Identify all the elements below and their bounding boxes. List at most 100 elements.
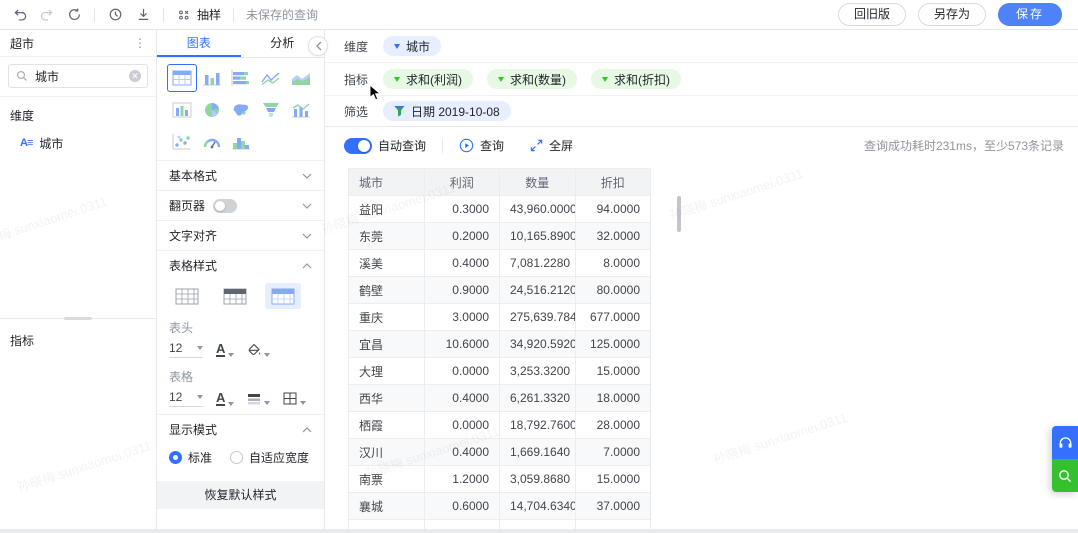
dimension-item-city[interactable]: A≡ 城市	[0, 130, 156, 156]
kebab-menu-icon[interactable]: ⋮	[134, 36, 146, 50]
histogram-chart-icon	[232, 138, 251, 150]
section-pager[interactable]: 翻页器	[157, 190, 324, 220]
table-cell: 10.6000	[423, 330, 500, 358]
sample-button[interactable]: 抽样	[176, 6, 221, 23]
bottom-scrollbar-track[interactable]	[0, 529, 1078, 533]
auto-query-toggle[interactable]	[344, 137, 372, 154]
body-style-label: 表格	[169, 370, 194, 384]
table-cell: 275,639.7840	[499, 303, 576, 331]
table-cell: 32.0000	[574, 222, 651, 250]
table-cell: 94.0000	[574, 195, 651, 223]
chart-type-bar[interactable]	[197, 64, 227, 92]
reset-default-style-button[interactable]: 恢复默认样式	[157, 481, 324, 509]
gauge-chart-icon	[203, 138, 220, 149]
refresh-icon[interactable]	[66, 7, 82, 23]
save-as-button[interactable]: 另存为	[917, 3, 986, 26]
sample-label: 抽样	[197, 8, 222, 22]
download-icon[interactable]	[135, 7, 151, 23]
table-style-options	[157, 280, 324, 316]
chart-type-combo[interactable]	[286, 96, 316, 124]
table-cell	[499, 519, 576, 529]
measure-chip-discount[interactable]: 求和(折扣)	[591, 69, 681, 89]
chart-type-funnel[interactable]	[256, 96, 286, 124]
table-style-blue-header[interactable]	[265, 283, 301, 309]
history-icon[interactable]	[107, 7, 123, 23]
table-cell	[574, 519, 651, 529]
chevron-down-icon	[302, 173, 312, 179]
pager-toggle[interactable]	[213, 198, 238, 213]
filter-chip-date[interactable]: 日期 2019-10-08	[383, 101, 511, 121]
table-cell: 大理	[348, 357, 425, 385]
chart-type-area[interactable]	[286, 64, 316, 92]
radio-selected-icon	[169, 451, 182, 464]
dimension-row-label: 维度	[344, 39, 369, 54]
save-button[interactable]: 保存	[997, 3, 1062, 26]
fullscreen-button[interactable]: 全屏	[530, 137, 573, 154]
dataset-title: 超市	[10, 36, 35, 51]
section-text-align-label: 文字对齐	[169, 229, 218, 243]
header-style-controls: 12 A	[157, 338, 324, 365]
search-chat-button[interactable]	[1052, 459, 1078, 492]
table-cell: 10,165.8900	[499, 222, 576, 250]
section-basic-format[interactable]: 基本格式	[157, 160, 324, 190]
table-scrollbar[interactable]	[677, 196, 681, 232]
table-style-dark-header[interactable]	[217, 283, 253, 309]
chart-type-map[interactable]	[227, 96, 257, 124]
collapse-panel-button[interactable]	[308, 36, 328, 56]
measure-chip-profit[interactable]: 求和(利润)	[383, 69, 473, 89]
clear-search-icon[interactable]: ✕	[129, 70, 141, 82]
header-font-color-button[interactable]: A	[216, 342, 235, 357]
map-chart-icon	[234, 104, 249, 116]
tab-chart[interactable]: 图表	[157, 30, 241, 57]
section-display-mode[interactable]: 显示模式	[157, 414, 324, 444]
dimension-chip-city[interactable]: 城市	[383, 36, 442, 56]
filter-row: 筛选 日期 2019-10-08	[325, 96, 1078, 127]
chart-type-pie[interactable]	[197, 96, 227, 124]
table-cell: 重庆	[348, 303, 425, 331]
table-cell: 43,960.0000	[499, 195, 576, 223]
undo-icon[interactable]	[12, 7, 28, 23]
chart-type-line[interactable]	[256, 64, 286, 92]
row-color-button[interactable]	[247, 393, 271, 405]
redo-icon[interactable]	[38, 7, 54, 23]
radio-adaptive-width[interactable]: 自适应宽度	[230, 449, 309, 466]
query-button[interactable]: 查询	[459, 137, 504, 154]
border-style-button[interactable]	[283, 392, 307, 405]
display-mode-options: 标准 自适应宽度	[157, 444, 324, 475]
section-table-style[interactable]: 表格样式	[157, 250, 324, 280]
chart-type-histogram[interactable]	[227, 128, 257, 156]
body-font-color-button[interactable]: A	[216, 391, 235, 406]
header-fill-color-button[interactable]	[247, 343, 271, 357]
body-font-size-select[interactable]: 12	[169, 390, 203, 407]
table-cell: 襄城	[348, 492, 425, 520]
table-cell	[348, 519, 425, 529]
sample-icon	[176, 7, 192, 23]
table-cell: 3.0000	[423, 303, 500, 331]
sidebar-splitter	[0, 317, 156, 320]
query-workspace: 维度 城市 指标 求和(利润) 求和(数量) 求和(折扣) 筛选 日期 2019…	[325, 30, 1078, 533]
radio-standard[interactable]: 标准	[169, 449, 212, 466]
table-cell: 14,704.6340	[499, 492, 576, 520]
headset-support-button[interactable]	[1052, 426, 1078, 459]
chart-type-column[interactable]	[167, 96, 197, 124]
table-cell: 东莞	[348, 222, 425, 250]
table-style-plain[interactable]	[169, 283, 205, 309]
table-cell: 37.0000	[574, 492, 651, 520]
chart-type-stacked-hbar[interactable]	[227, 64, 257, 92]
section-text-align[interactable]: 文字对齐	[157, 220, 324, 250]
chart-type-gauge[interactable]	[197, 128, 227, 156]
header-font-size-select[interactable]: 12	[169, 341, 203, 358]
table-chart-icon	[172, 70, 192, 86]
table-cell: 0.4000	[423, 438, 500, 466]
table-cell: 汉川	[348, 438, 425, 466]
chart-type-scatter[interactable]	[167, 128, 197, 156]
measure-chip-quantity[interactable]: 求和(数量)	[487, 69, 577, 89]
field-search-input[interactable]	[8, 64, 148, 88]
table-cell: 3,059.8680	[499, 465, 576, 493]
splitter-drag-handle[interactable]	[64, 317, 92, 320]
rollback-button[interactable]: 回旧版	[837, 3, 906, 26]
chart-type-table[interactable]	[167, 64, 197, 92]
table-cell: 125.0000	[574, 330, 651, 358]
table-cell: 8.0000	[574, 249, 651, 277]
section-table-style-label: 表格样式	[169, 259, 218, 273]
